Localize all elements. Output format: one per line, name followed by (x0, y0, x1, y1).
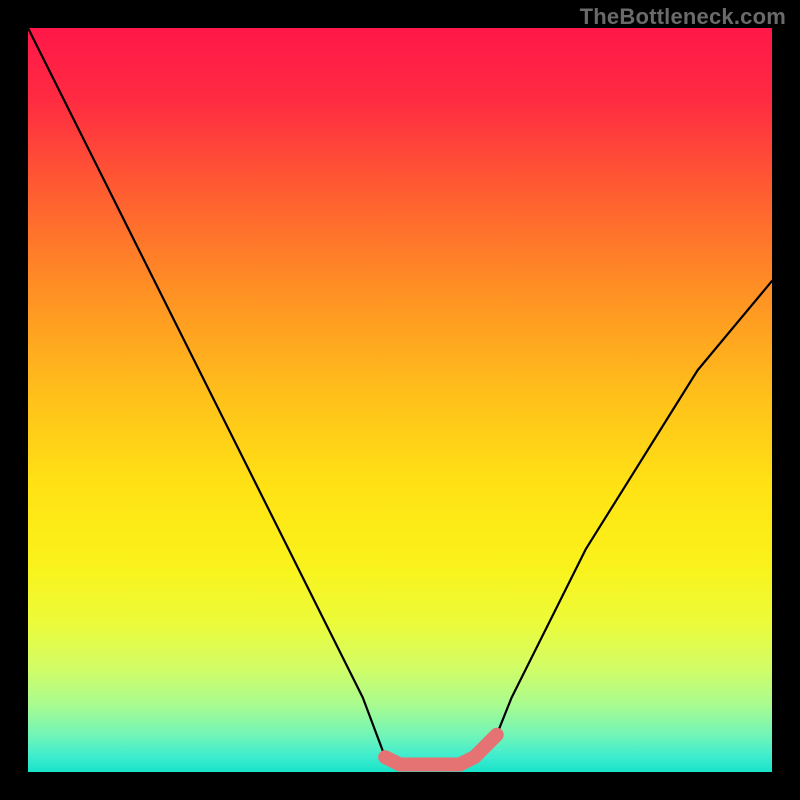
chart-frame: TheBottleneck.com (0, 0, 800, 800)
highlight-band (385, 735, 497, 765)
watermark-text: TheBottleneck.com (580, 4, 786, 30)
bottleneck-curve (28, 28, 772, 765)
chart-svg (28, 28, 772, 772)
plot-area (28, 28, 772, 772)
